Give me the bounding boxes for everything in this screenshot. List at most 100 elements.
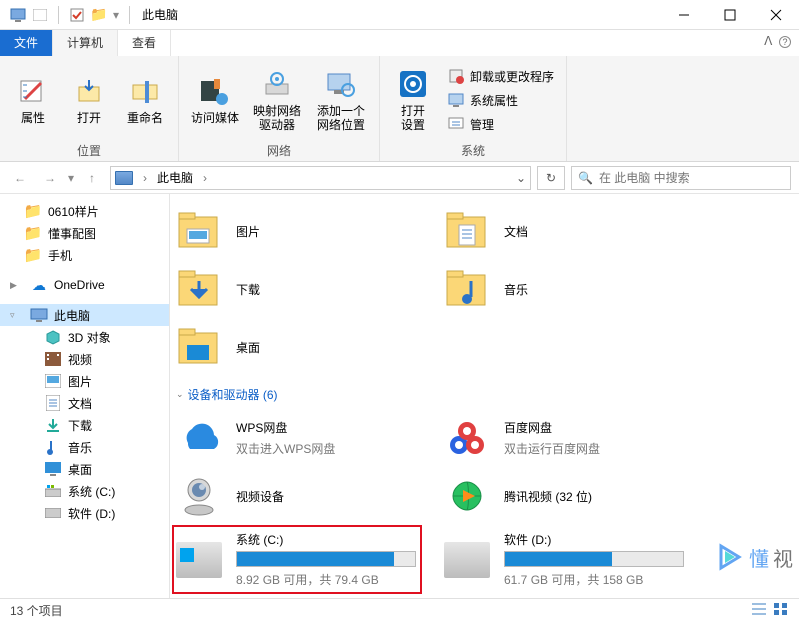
navigation-row: ← → ▾ ↑ › 此电脑 › ⌄ ↻ 🔍 bbox=[0, 162, 799, 194]
ribbon-collapse[interactable]: ᐱ ? bbox=[756, 30, 799, 56]
tree-item-onedrive[interactable]: ▶☁OneDrive bbox=[0, 274, 169, 296]
maximize-button[interactable] bbox=[707, 0, 753, 30]
add-location-button[interactable]: 添加一个 网络位置 bbox=[311, 64, 371, 136]
folder-icon: 📁 bbox=[24, 247, 42, 263]
cloud-icon: ☁ bbox=[30, 277, 48, 293]
chevron-icon[interactable]: › bbox=[139, 171, 151, 185]
content-pane: 图片 文档 下载 音乐 桌面 ⌄设备和驱动器 (6) WPS网盘双击进入WPS网… bbox=[170, 194, 799, 598]
tree-item[interactable]: 音乐 bbox=[0, 436, 169, 458]
search-icon: 🔍 bbox=[578, 171, 593, 185]
navigation-pane: 📁0610样片 📁懂事配图 📁手机 ▶☁OneDrive ▿此电脑 3D 对象 … bbox=[0, 194, 170, 598]
drive-item[interactable]: 腾讯视频 (32 位) bbox=[440, 467, 690, 525]
ribbon-group-system: 打开 设置 卸载或更改程序 系统属性 管理 系统 bbox=[380, 56, 567, 161]
library-item[interactable]: 音乐 bbox=[440, 260, 690, 318]
library-item[interactable]: 文档 bbox=[440, 202, 690, 260]
chevron-down-icon: ⌄ bbox=[176, 389, 184, 400]
tree-item[interactable]: 下载 bbox=[0, 414, 169, 436]
ribbon: 属性 打开 重命名 位置 访问媒体 映射网络 驱动器 bbox=[0, 56, 799, 162]
folder-icon[interactable]: 📁 bbox=[91, 7, 107, 23]
library-item[interactable]: 图片 bbox=[172, 202, 422, 260]
properties-button[interactable]: 属性 bbox=[8, 71, 58, 129]
logo-icon bbox=[715, 542, 745, 572]
quick-access-toolbar: 📁 ▾ bbox=[0, 6, 134, 24]
title-bar: 📁 ▾ 此电脑 bbox=[0, 0, 799, 30]
drive-icon bbox=[44, 483, 62, 499]
collapse-icon[interactable]: ▿ bbox=[10, 310, 20, 321]
tree-item[interactable]: 📁0610样片 bbox=[0, 200, 169, 222]
tree-item[interactable]: 桌面 bbox=[0, 458, 169, 480]
manage-button[interactable]: 管理 bbox=[444, 114, 558, 135]
history-dropdown[interactable]: ▾ bbox=[68, 171, 74, 185]
map-drive-button[interactable]: 映射网络 驱动器 bbox=[249, 64, 305, 136]
library-item[interactable]: 下载 bbox=[172, 260, 422, 318]
drive-item-c[interactable]: 系统 (C:) 8.92 GB 可用，共 79.4 GB bbox=[172, 525, 422, 594]
close-button[interactable] bbox=[753, 0, 799, 30]
tree-item[interactable]: 3D 对象 bbox=[0, 326, 169, 348]
tree-item[interactable]: 软件 (D:) bbox=[0, 502, 169, 524]
search-box[interactable]: 🔍 bbox=[571, 166, 791, 190]
address-dropdown[interactable]: ⌄ bbox=[516, 171, 526, 185]
desktop-icon bbox=[44, 461, 62, 477]
tree-item[interactable]: 📁懂事配图 bbox=[0, 222, 169, 244]
drive-item-d[interactable]: 软件 (D:) 61.7 GB 可用，共 158 GB bbox=[440, 525, 690, 594]
open-button[interactable]: 打开 bbox=[64, 71, 114, 129]
tree-item[interactable]: 图片 bbox=[0, 370, 169, 392]
pc-icon bbox=[30, 307, 48, 323]
library-item[interactable]: 桌面 bbox=[172, 318, 422, 376]
drive-item[interactable]: WPS网盘双击进入WPS网盘 bbox=[172, 409, 422, 467]
folder-icon: 📁 bbox=[24, 203, 42, 219]
tab-computer[interactable]: 计算机 bbox=[53, 30, 118, 56]
window-title: 此电脑 bbox=[142, 6, 178, 23]
music-icon bbox=[44, 439, 62, 455]
download-icon bbox=[44, 417, 62, 433]
item-count: 13 个项目 bbox=[10, 602, 63, 619]
tree-item[interactable]: 📁手机 bbox=[0, 244, 169, 266]
back-button[interactable]: ← bbox=[8, 166, 32, 190]
drive-icon bbox=[44, 505, 62, 521]
breadcrumb[interactable]: 此电脑 bbox=[157, 169, 193, 186]
cube-icon bbox=[44, 329, 62, 345]
address-bar[interactable]: › 此电脑 › ⌄ bbox=[110, 166, 531, 190]
pc-icon bbox=[10, 7, 26, 23]
tree-item-this-pc[interactable]: ▿此电脑 bbox=[0, 304, 169, 326]
tab-view[interactable]: 查看 bbox=[118, 30, 171, 56]
drive-item[interactable]: 视频设备 bbox=[172, 467, 422, 525]
rename-button[interactable]: 重命名 bbox=[120, 71, 170, 129]
usage-bar bbox=[236, 551, 416, 567]
search-input[interactable] bbox=[599, 171, 784, 185]
status-bar: 13 个项目 bbox=[0, 598, 799, 622]
ribbon-tabs: 文件 计算机 查看 ᐱ ? bbox=[0, 30, 799, 56]
ribbon-group-network: 访问媒体 映射网络 驱动器 添加一个 网络位置 网络 bbox=[179, 56, 380, 161]
minimize-button[interactable] bbox=[661, 0, 707, 30]
image-icon bbox=[44, 373, 62, 389]
qat-dropdown[interactable]: ▾ bbox=[113, 8, 119, 22]
expand-icon[interactable]: ▶ bbox=[10, 280, 20, 291]
checkbox-icon[interactable] bbox=[69, 7, 85, 23]
section-header-devices[interactable]: ⌄设备和驱动器 (6) bbox=[172, 376, 787, 409]
icons-view-button[interactable] bbox=[773, 602, 789, 619]
drive-item[interactable]: 百度网盘双击运行百度网盘 bbox=[440, 409, 690, 467]
access-media-button[interactable]: 访问媒体 bbox=[187, 71, 243, 129]
tab-file[interactable]: 文件 bbox=[0, 30, 53, 56]
refresh-button[interactable]: ↻ bbox=[537, 166, 565, 190]
chevron-icon[interactable]: › bbox=[199, 171, 211, 185]
tree-item[interactable]: 文档 bbox=[0, 392, 169, 414]
open-settings-button[interactable]: 打开 设置 bbox=[388, 64, 438, 136]
uninstall-programs-button[interactable]: 卸载或更改程序 bbox=[444, 66, 558, 87]
watermark: 懂 视 bbox=[715, 542, 793, 572]
document-icon bbox=[44, 395, 62, 411]
ribbon-group-location: 属性 打开 重命名 位置 bbox=[0, 56, 179, 161]
drive-icon bbox=[176, 542, 222, 578]
details-view-button[interactable] bbox=[751, 602, 767, 619]
drive-icon bbox=[444, 542, 490, 578]
system-properties-button[interactable]: 系统属性 bbox=[444, 90, 558, 111]
tree-item[interactable]: 系统 (C:) bbox=[0, 480, 169, 502]
usage-bar bbox=[504, 551, 684, 567]
video-icon bbox=[44, 351, 62, 367]
pc-icon bbox=[115, 171, 133, 185]
tree-item[interactable]: 视频 bbox=[0, 348, 169, 370]
up-button[interactable]: ↑ bbox=[80, 166, 104, 190]
folder-icon bbox=[32, 7, 48, 23]
folder-icon: 📁 bbox=[24, 225, 42, 241]
forward-button[interactable]: → bbox=[38, 166, 62, 190]
